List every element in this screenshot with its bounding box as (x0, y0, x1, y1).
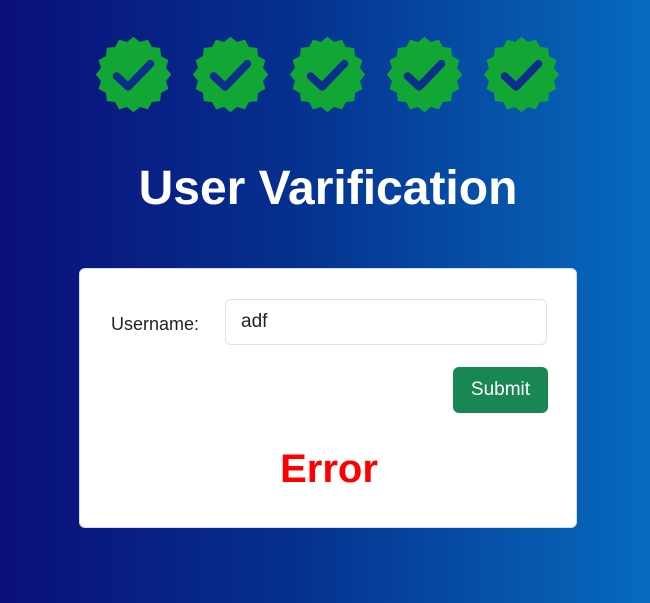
verified-check-badge-icon (289, 36, 365, 113)
verification-badges (0, 36, 650, 113)
username-label: Username: (111, 314, 200, 334)
verified-check-badge-icon (386, 36, 462, 113)
verification-form-card: Username: Submit Error (79, 268, 577, 528)
page-title: User Varification (138, 162, 518, 215)
error-message: Error (280, 447, 378, 491)
username-input[interactable] (225, 299, 547, 345)
verified-check-badge-icon (95, 36, 171, 113)
verified-check-badge-icon (192, 36, 268, 113)
verified-check-badge-icon (483, 36, 559, 113)
submit-button[interactable]: Submit (453, 367, 548, 413)
